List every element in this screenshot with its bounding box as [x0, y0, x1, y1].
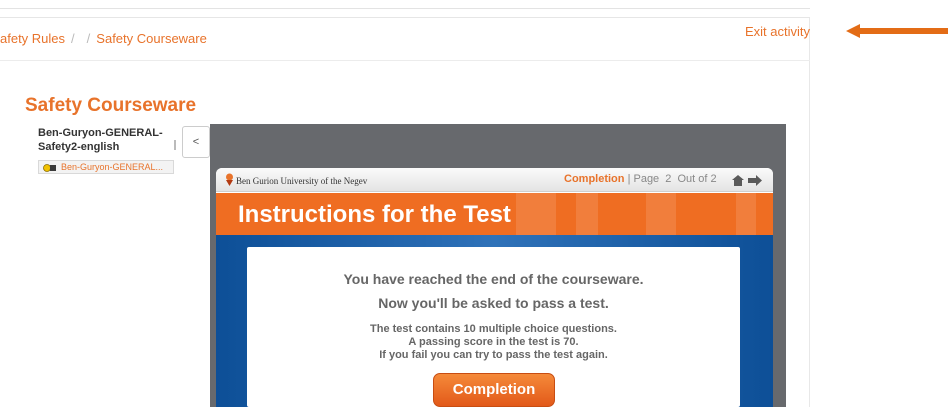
status-completion: Completion	[564, 173, 625, 185]
breadcrumb: afety Rules / / Safety Courseware	[0, 31, 207, 46]
banner-decoration	[646, 193, 676, 235]
university-name: Ben Gurion University of the Negev	[236, 176, 368, 186]
home-icon[interactable]	[732, 175, 744, 186]
rule-line: The test contains 10 multiple choice que…	[370, 323, 617, 335]
course-frame: Ben Gurion University of the Negev Compl…	[216, 168, 773, 407]
banner-decoration	[516, 193, 556, 235]
next-arrow-icon[interactable]	[748, 175, 762, 186]
toc-item[interactable]: Ben-Guryon-GENERAL...	[38, 160, 174, 174]
test-message: Now you'll be asked to pass a test.	[378, 295, 609, 311]
instructions-card: You have reached the end of the coursewa…	[247, 247, 740, 407]
breadcrumb-item-safety-rules[interactable]: afety Rules	[0, 31, 65, 46]
top-divider	[0, 8, 810, 9]
banner-decoration	[576, 193, 598, 235]
toc-title: Ben-Guryon-GENERAL-Safety2-english	[38, 127, 163, 153]
end-message: You have reached the end of the coursewa…	[343, 271, 644, 287]
arrow-left-icon	[846, 24, 948, 38]
banner-decoration	[736, 193, 756, 235]
toc-item-label: Ben-Guryon-GENERAL...	[61, 162, 164, 172]
completion-button[interactable]: Completion	[433, 373, 555, 407]
page-total: Out of 2	[677, 173, 717, 185]
toc-collapse-button[interactable]: <	[182, 126, 210, 158]
test-rules: The test contains 10 multiple choice que…	[247, 323, 740, 362]
header-divider	[0, 17, 810, 18]
breadcrumb-item-safety-courseware[interactable]: Safety Courseware	[96, 31, 207, 46]
page-title: Safety Courseware	[25, 95, 197, 116]
package-icon	[43, 164, 56, 172]
rule-line: A passing score in the test is 70.	[408, 336, 579, 348]
toc-scrollbar[interactable]	[174, 140, 176, 150]
university-logo-icon	[226, 173, 233, 186]
banner-title: Instructions for the Test	[238, 201, 511, 228]
page-border	[809, 18, 810, 407]
title-banner: Instructions for the Test	[216, 193, 773, 235]
page-status: Completion | Page 2 Out of 2	[564, 173, 717, 185]
exit-activity-link[interactable]: Exit activity	[745, 24, 810, 39]
page-current: 2	[665, 173, 672, 185]
breadcrumb-separator: /	[71, 31, 75, 46]
rule-line: If you fail you can try to pass the test…	[379, 349, 608, 361]
breadcrumb-separator: /	[86, 31, 91, 46]
course-header: Ben Gurion University of the Negev Compl…	[216, 168, 773, 192]
breadcrumb-divider	[0, 60, 810, 61]
page-label: Page	[633, 173, 660, 185]
content-background: You have reached the end of the coursewa…	[216, 235, 773, 407]
